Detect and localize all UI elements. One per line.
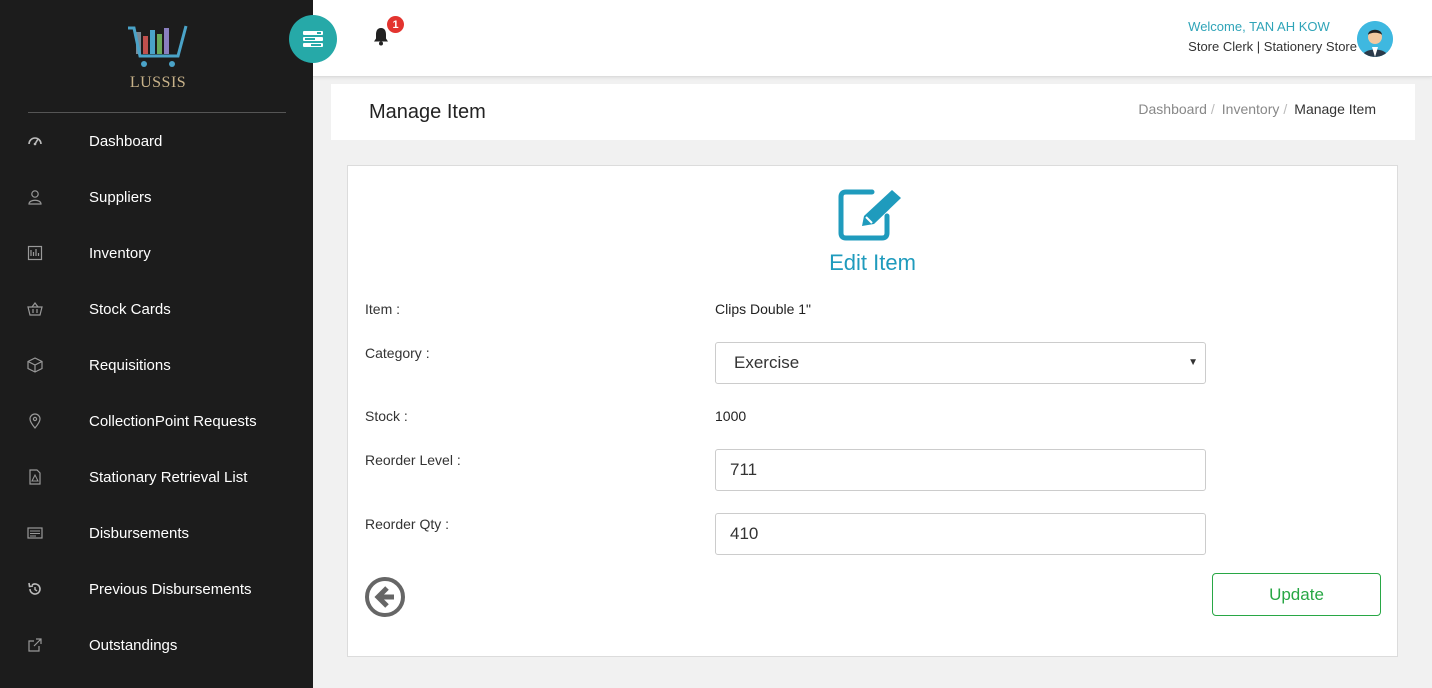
category-selected-value: Exercise [734,353,800,372]
sidebar-item-previous-disbursements[interactable]: Previous Disbursements [0,561,313,617]
breadcrumb-separator: / [1210,101,1215,117]
sidebar-item-label: Stock Cards [89,300,171,318]
arrow-left-circle-icon [365,577,405,617]
logo-text: LUSSIS [129,74,187,91]
card-icon [0,525,89,541]
sidebar: LUSSIS Dashboard Suppliers Inventory Sto… [0,0,313,688]
reorder-qty-label: Reorder Qty : [365,516,450,532]
page-title: Manage Item [369,101,486,123]
inventory-icon [0,245,89,261]
page-header: Manage Item Dashboard / Inventory / Mana… [331,84,1415,140]
category-select[interactable]: Exercise ▼ [715,342,1206,384]
back-button[interactable] [365,577,405,622]
sidebar-item-disbursements[interactable]: Disbursements [0,505,313,561]
sidebar-item-suppliers[interactable]: Suppliers [0,169,313,225]
reorder-qty-input[interactable] [715,513,1206,555]
sidebar-item-label: Requisitions [89,356,171,374]
cart-logo-icon [128,25,188,67]
card-heading: Edit Item [829,250,916,275]
breadcrumb-dashboard[interactable]: Dashboard [1138,101,1207,117]
sidebar-item-label: Outstandings [89,636,178,654]
external-link-icon [0,637,89,653]
notification-bell-button[interactable] [372,27,390,51]
sidebar-item-inventory[interactable]: Inventory [0,225,313,281]
item-label: Item : [365,301,401,317]
location-pin-icon [0,413,89,429]
sidebar-item-label: Suppliers [89,188,152,206]
sidebar-item-label: Previous Disbursements [89,580,252,598]
history-icon [0,581,89,597]
breadcrumb: Dashboard / Inventory / Manage Item [1138,101,1376,117]
sidebar-item-label: Stationary Retrieval List [89,468,248,486]
breadcrumb-separator: / [1283,101,1288,117]
breadcrumb-manage-item: Manage Item [1294,101,1376,117]
sidebar-item-dashboard[interactable]: Dashboard [0,113,313,169]
dashboard-icon [0,133,89,149]
user-avatar-icon [1357,21,1393,57]
sidebar-item-collection-point-requests[interactable]: CollectionPoint Requests [0,393,313,449]
reorder-level-label: Reorder Level : [365,452,461,468]
avatar[interactable] [1357,21,1393,57]
sidebar-item-label: Disbursements [89,524,190,542]
chevron-down-icon: ▼ [1188,357,1198,368]
app-logo[interactable]: LUSSIS [120,22,196,98]
item-value: Clips Double 1" [715,301,812,317]
bell-icon [374,28,388,46]
user-welcome: Welcome, TAN AH KOW Store Clerk | Statio… [1188,19,1357,54]
user-icon [0,189,89,205]
user-role: Store Clerk | Stationery Store [1188,39,1357,54]
box-icon [0,357,89,373]
sidebar-item-stationary-retrieval-list[interactable]: Stationary Retrieval List [0,449,313,505]
sidebar-toggle-button[interactable] [289,15,337,63]
welcome-text: Welcome, TAN AH KOW [1188,19,1330,34]
update-button[interactable]: Update [1212,573,1381,616]
menu-toggle-icon [303,31,323,47]
category-label: Category : [365,345,430,361]
edit-item-card: Edit Item Item : Clips Double 1" Categor… [347,165,1398,657]
sidebar-item-stock-cards[interactable]: Stock Cards [0,281,313,337]
stock-label: Stock : [365,408,408,424]
sidebar-item-outstandings[interactable]: Outstandings [0,617,313,673]
notification-count-badge: 1 [387,16,404,33]
pdf-file-icon [0,469,89,485]
sidebar-item-label: Inventory [89,244,151,262]
edit-icon [838,186,908,247]
reorder-level-input[interactable] [715,449,1206,491]
stock-value: 1000 [715,408,747,424]
sidebar-item-label: CollectionPoint Requests [89,412,257,430]
sidebar-item-label: Dashboard [89,132,163,150]
basket-icon [0,301,89,317]
sidebar-item-requisitions[interactable]: Requisitions [0,337,313,393]
breadcrumb-inventory[interactable]: Inventory [1222,101,1280,117]
sidebar-nav: Dashboard Suppliers Inventory Stock Card… [0,113,313,673]
